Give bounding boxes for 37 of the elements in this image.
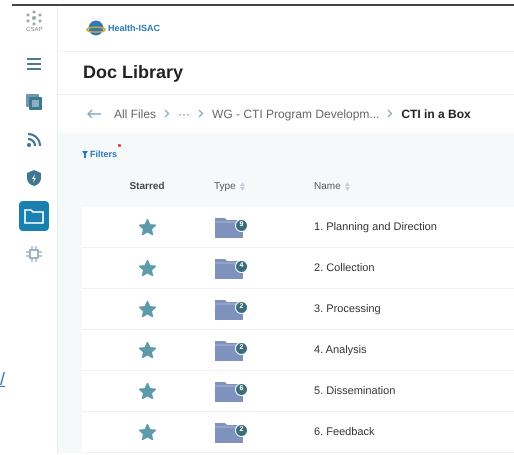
file-name[interactable]: 5. Dissemination bbox=[314, 382, 396, 400]
filter-icon bbox=[82, 150, 88, 158]
star-icon[interactable] bbox=[138, 301, 156, 317]
rss-icon[interactable] bbox=[26, 132, 42, 148]
selected-nav-item[interactable] bbox=[19, 201, 50, 231]
shield-icon[interactable] bbox=[26, 169, 42, 187]
file-name[interactable]: 2. Collection bbox=[314, 260, 375, 276]
file-name[interactable]: 4. Analysis bbox=[314, 342, 367, 358]
current-breadcrumb[interactable]: CTI in a Box bbox=[401, 104, 471, 123]
back-arrow-icon[interactable] bbox=[86, 108, 102, 119]
logo-text: Health-ISAC bbox=[108, 22, 160, 35]
chevron-icon bbox=[164, 109, 170, 118]
folder-icon bbox=[24, 208, 44, 224]
column-header[interactable]: Type bbox=[214, 178, 245, 194]
network-icon bbox=[25, 10, 44, 26]
star-icon[interactable] bbox=[138, 260, 156, 276]
menu-icon[interactable] bbox=[26, 57, 42, 71]
star-icon[interactable] bbox=[138, 424, 156, 440]
column-header[interactable]: Name bbox=[314, 178, 350, 194]
file-name[interactable]: 1. Planning and Direction bbox=[314, 218, 437, 236]
breadcrumb-link[interactable]: WG - CTI Program Developm... bbox=[212, 104, 380, 123]
column-header[interactable]: Starred bbox=[129, 178, 164, 194]
file-name[interactable]: 3. Processing bbox=[314, 300, 381, 318]
breadcrumb-link[interactable]: All Files bbox=[114, 104, 156, 123]
chevron-icon bbox=[387, 109, 394, 118]
breadcrumb-link[interactable]: ··· bbox=[178, 104, 190, 123]
filters-button[interactable]: Filters bbox=[82, 148, 118, 161]
page-title: Doc Library bbox=[83, 61, 184, 84]
file-name[interactable]: 6. Feedback bbox=[314, 424, 375, 440]
layers-icon[interactable] bbox=[25, 93, 44, 111]
star-icon[interactable] bbox=[138, 342, 156, 358]
chip-icon[interactable] bbox=[24, 244, 44, 264]
chevron-icon bbox=[198, 109, 204, 118]
globe-icon bbox=[86, 19, 106, 38]
star-icon[interactable] bbox=[138, 219, 156, 235]
star-icon[interactable] bbox=[138, 383, 156, 399]
link-text[interactable]: / bbox=[0, 366, 6, 393]
